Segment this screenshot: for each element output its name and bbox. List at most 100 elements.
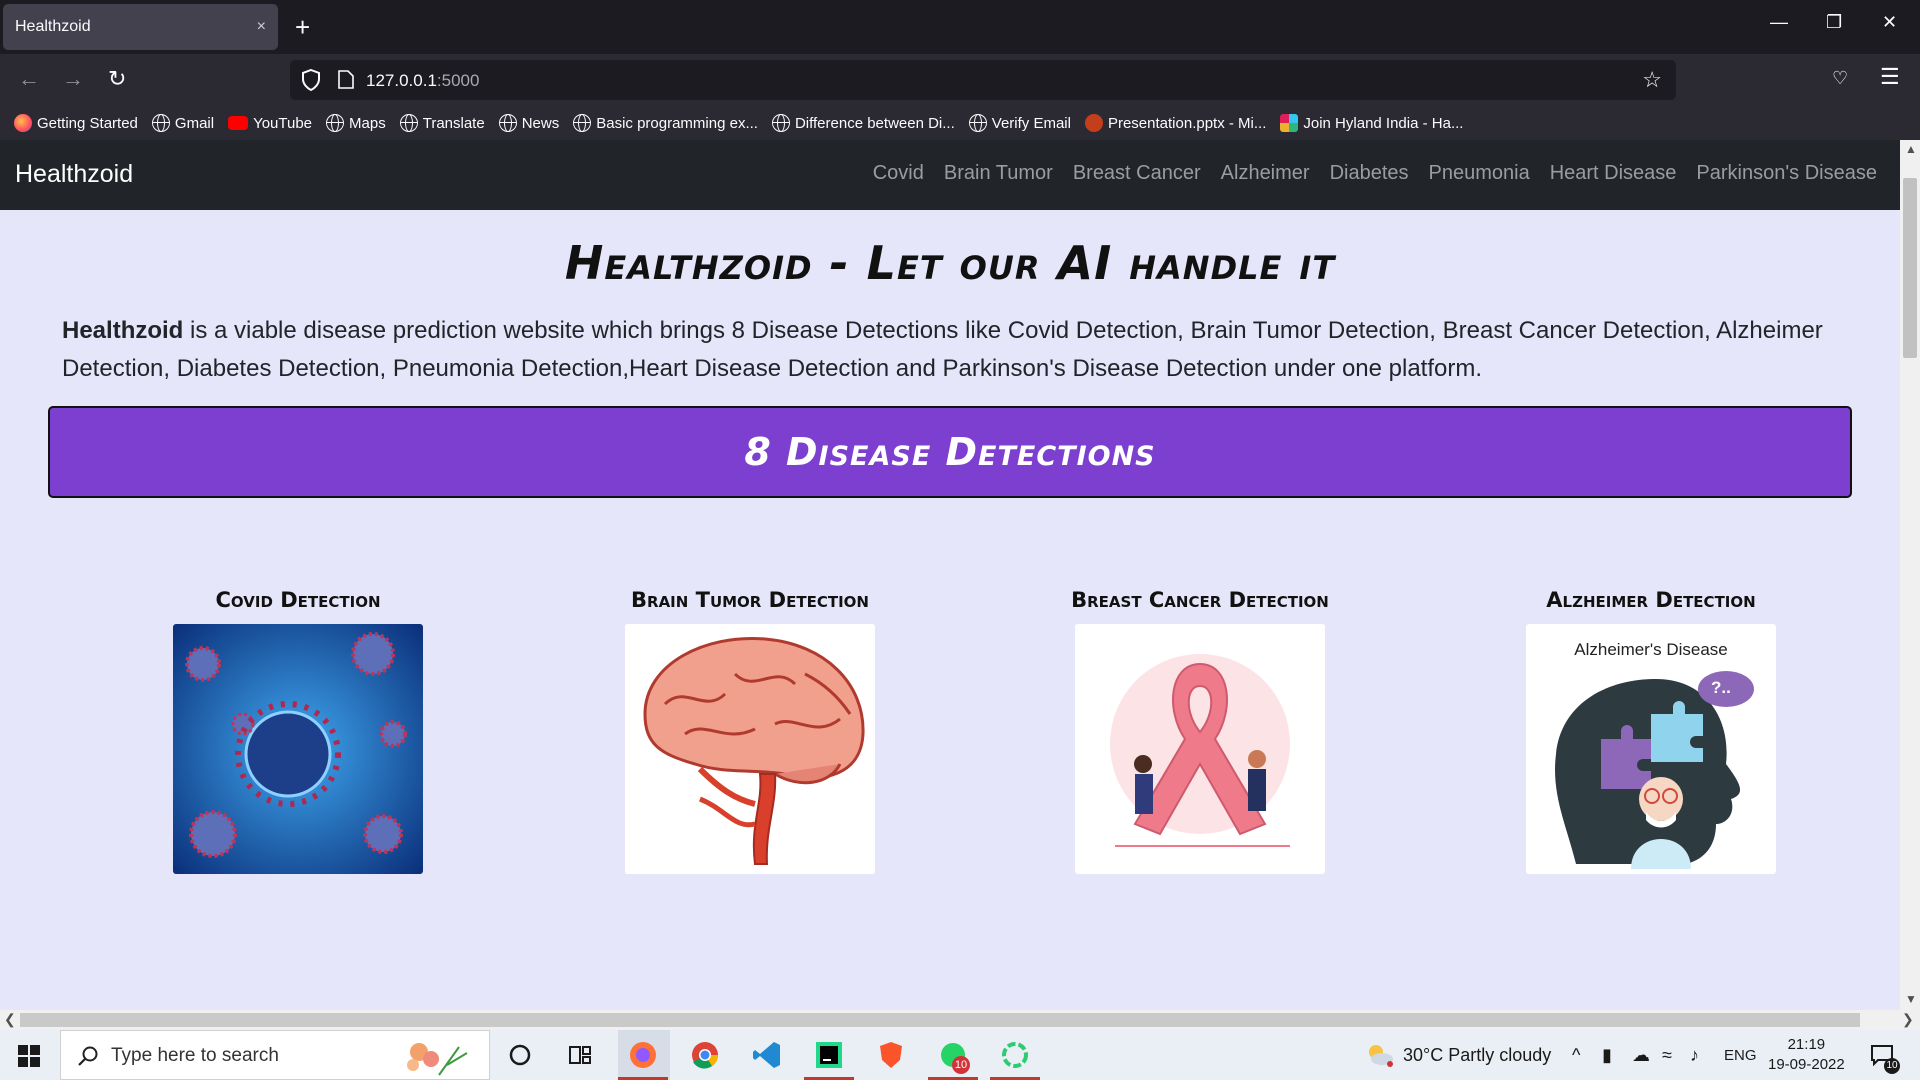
page-viewport: Healthzoid Covid Brain Tumor Breast Canc… <box>0 140 1900 1010</box>
scroll-thumb-horizontal[interactable] <box>20 1013 1860 1027</box>
horizontal-scrollbar[interactable]: ❮ ❯ <box>0 1010 1920 1030</box>
volume-icon[interactable]: ♪ <box>1690 1045 1699 1066</box>
task-view-icon[interactable] <box>565 1040 595 1070</box>
card-brain-tumor[interactable]: Brain Tumor Detection <box>550 588 950 874</box>
nav-link-heart-disease[interactable]: Heart Disease <box>1550 162 1677 185</box>
youtube-icon <box>228 116 249 130</box>
scroll-right-icon[interactable]: ❯ <box>1902 1011 1914 1028</box>
clock-date: 19-09-2022 <box>1768 1056 1845 1073</box>
url-bar[interactable]: 127.0.0.1:5000 ☆ <box>290 60 1676 100</box>
url-text[interactable]: 127.0.0.1:5000 <box>366 71 479 91</box>
virus-illustration <box>173 624 423 874</box>
intro-paragraph: Healthzoid is a viable disease predictio… <box>62 312 1862 388</box>
new-tab-button[interactable]: + <box>295 12 310 42</box>
intro-brand: Healthzoid <box>62 317 184 344</box>
network-icon[interactable]: ☁ <box>1632 1045 1650 1066</box>
powerpoint-icon <box>1084 114 1103 132</box>
ribbon-illustration <box>1075 624 1325 874</box>
site-brand[interactable]: Healthzoid <box>15 160 133 189</box>
close-window-icon[interactable]: ✕ <box>1882 12 1897 33</box>
minimize-icon[interactable]: — <box>1770 12 1788 33</box>
shield-icon[interactable] <box>302 69 320 91</box>
pycharm-taskbar-icon[interactable] <box>814 1040 844 1070</box>
reload-icon[interactable]: ↻ <box>108 66 126 92</box>
bookmark-presentation[interactable]: Presentation.pptx - Mi... <box>1084 114 1266 132</box>
intro-text: is a viable disease prediction website w… <box>62 317 1823 382</box>
battery-icon[interactable]: ▮ <box>1602 1045 1612 1066</box>
nav-link-alzheimer[interactable]: Alzheimer <box>1221 162 1310 185</box>
card-alzheimer[interactable]: Alzheimer Detection Alzheimer's Disease … <box>1451 588 1851 874</box>
clock-time: 21:19 <box>1787 1036 1826 1053</box>
covid-virus-image[interactable] <box>173 624 423 874</box>
restore-icon[interactable]: ❐ <box>1826 12 1842 33</box>
bookmark-label: Basic programming ex... <box>596 114 758 132</box>
globe-icon <box>399 114 418 132</box>
windows-start-icon[interactable] <box>18 1045 40 1067</box>
bookmark-translate[interactable]: Translate <box>399 114 485 132</box>
bookmark-join-hyland[interactable]: Join Hyland India - Ha... <box>1280 114 1463 132</box>
bookmark-label: Difference between Di... <box>794 114 955 132</box>
alzheimer-image[interactable]: Alzheimer's Disease ?.. <box>1526 624 1776 874</box>
taskbar-search[interactable]: Type here to search <box>60 1030 490 1080</box>
pocket-icon[interactable]: ♡ <box>1832 68 1848 89</box>
bookmark-label: Maps <box>349 114 386 132</box>
vertical-scrollbar[interactable]: ▲ ▼ <box>1900 140 1920 1010</box>
close-tab-icon[interactable]: × <box>257 18 266 36</box>
scroll-left-icon[interactable]: ❮ <box>4 1011 16 1028</box>
hamburger-menu-icon[interactable]: ☰ <box>1880 64 1900 90</box>
globe-icon <box>573 114 592 132</box>
bookmark-verify-email[interactable]: Verify Email <box>968 114 1071 132</box>
globe-icon <box>498 114 517 132</box>
bookmark-news[interactable]: News <box>498 114 559 132</box>
nav-link-breast-cancer[interactable]: Breast Cancer <box>1073 162 1201 185</box>
bookmark-getting-started[interactable]: Getting Started <box>14 114 138 132</box>
search-placeholder: Type here to search <box>111 1045 279 1066</box>
nav-link-pneumonia[interactable]: Pneumonia <box>1429 162 1530 185</box>
whatsapp-badge: 10 <box>952 1056 970 1074</box>
wifi-icon[interactable]: ≈ <box>1662 1045 1672 1066</box>
scroll-up-icon[interactable]: ▲ <box>1905 142 1917 156</box>
bookmark-maps[interactable]: Maps <box>326 114 386 132</box>
card-title: Brain Tumor Detection <box>631 588 869 612</box>
back-icon[interactable]: ← <box>18 66 40 92</box>
bookmark-gmail[interactable]: Gmail <box>151 114 214 132</box>
bookmark-label: Verify Email <box>991 114 1071 132</box>
browser-toolbar: ← → ↻ 127.0.0.1:5000 ☆ ♡ ☰ <box>0 54 1920 106</box>
pink-ribbon-image[interactable] <box>1075 624 1325 874</box>
bookmark-basic-programming[interactable]: Basic programming ex... <box>573 114 758 132</box>
bookmark-youtube[interactable]: YouTube <box>228 115 312 132</box>
head-puzzle-illustration <box>1555 671 1754 869</box>
nav-link-diabetes[interactable]: Diabetes <box>1330 162 1409 185</box>
loading-ring-taskbar-icon[interactable] <box>1000 1040 1030 1070</box>
brave-taskbar-icon[interactable] <box>876 1040 906 1070</box>
partly-cloudy-icon[interactable] <box>1364 1042 1396 1068</box>
brain-illustration <box>625 624 875 874</box>
card-breast-cancer[interactable]: Breast Cancer Detection <box>1000 588 1400 874</box>
url-host: 127.0.0.1 <box>366 71 437 90</box>
scroll-down-icon[interactable]: ▼ <box>1905 992 1917 1006</box>
card-covid[interactable]: Covid Detection <box>98 588 498 874</box>
nav-link-covid[interactable]: Covid <box>873 162 924 185</box>
bookmarks-bar: Getting Started Gmail YouTube Maps Trans… <box>0 106 1920 140</box>
scroll-thumb[interactable] <box>1903 178 1917 358</box>
nav-link-brain-tumor[interactable]: Brain Tumor <box>944 162 1053 185</box>
cortana-icon[interactable] <box>505 1040 535 1070</box>
globe-icon <box>771 114 790 132</box>
chevron-up-icon[interactable]: ^ <box>1572 1045 1580 1066</box>
browser-tab[interactable]: Healthzoid × <box>3 4 278 50</box>
taskbar-clock[interactable]: 21:19 19-09-2022 <box>1768 1035 1845 1075</box>
brain-image[interactable] <box>625 624 875 874</box>
firefox-icon <box>14 114 32 132</box>
forward-icon[interactable]: → <box>62 66 84 92</box>
vscode-taskbar-icon[interactable] <box>752 1040 782 1070</box>
firefox-taskbar-icon[interactable] <box>628 1040 658 1070</box>
site-nav-links: Covid Brain Tumor Breast Cancer Alzheime… <box>873 162 1877 185</box>
bookmark-label: Getting Started <box>37 114 138 132</box>
nav-link-parkinsons[interactable]: Parkinson's Disease <box>1696 162 1877 185</box>
bookmark-difference-between[interactable]: Difference between Di... <box>771 114 955 132</box>
windows-taskbar: Type here to search 10 30°C Partly cloud… <box>0 1030 1920 1080</box>
weather-text[interactable]: 30°C Partly cloudy <box>1403 1045 1551 1066</box>
chrome-taskbar-icon[interactable] <box>690 1040 720 1070</box>
bookmark-star-icon[interactable]: ☆ <box>1642 67 1662 93</box>
language-indicator[interactable]: ENG <box>1724 1047 1757 1064</box>
